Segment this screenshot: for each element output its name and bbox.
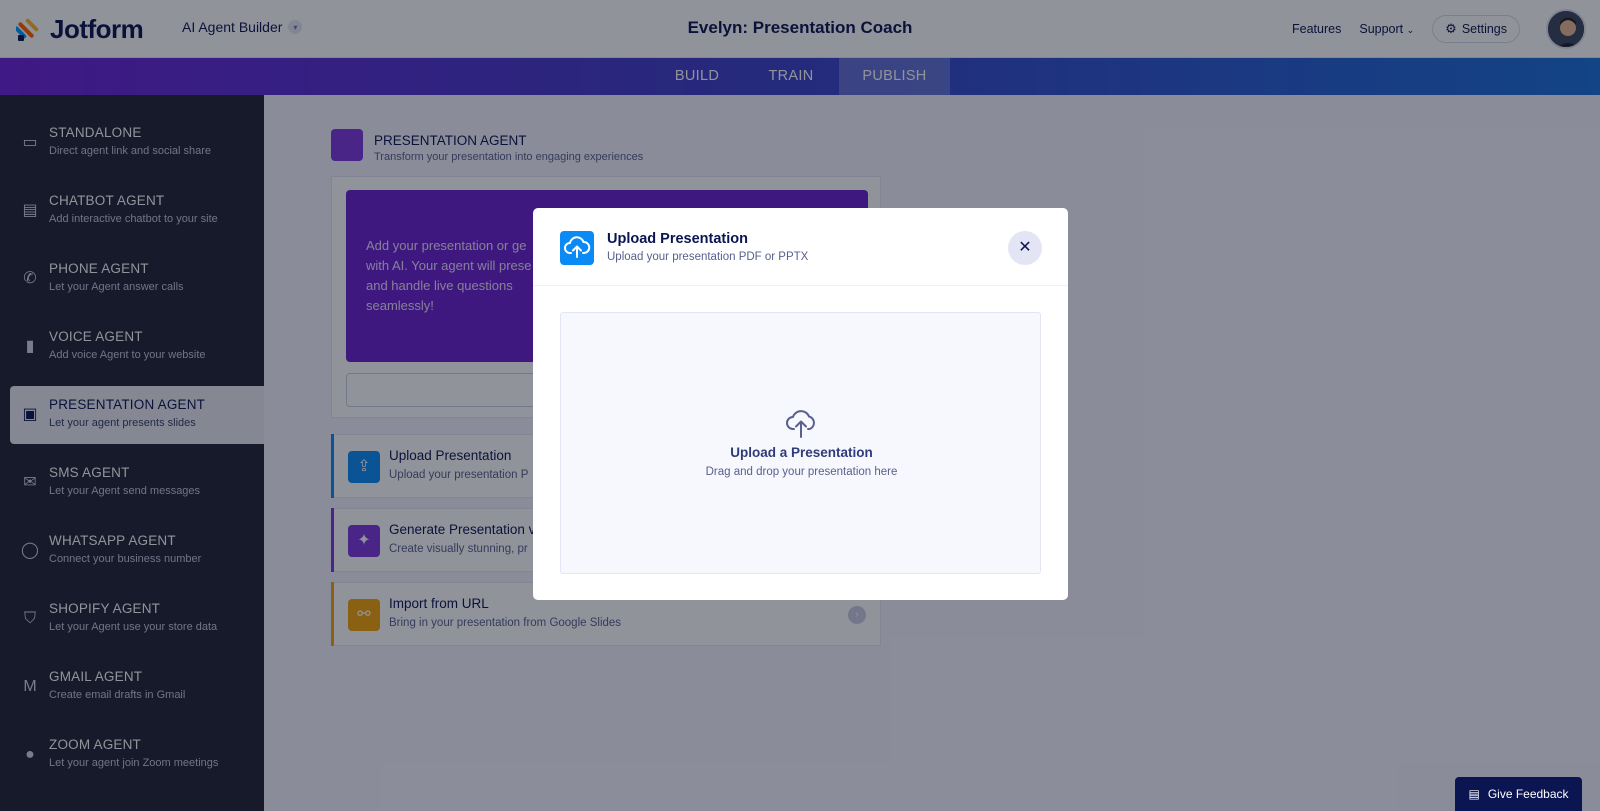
modal-divider (533, 285, 1068, 286)
modal-title: Upload Presentation (607, 231, 748, 247)
close-button[interactable]: ✕ (1008, 231, 1042, 265)
close-icon: ✕ (1018, 239, 1032, 256)
dropzone-subtitle: Drag and drop your presentation here (705, 466, 898, 478)
feedback-icon: ▤ (1468, 787, 1480, 801)
feedback-label: Give Feedback (1487, 787, 1569, 801)
cloud-upload-icon (786, 410, 815, 438)
upload-presentation-modal: Upload Presentation Upload your presenta… (533, 208, 1068, 600)
dropzone-title: Upload a Presentation (730, 445, 873, 460)
give-feedback-button[interactable]: ▤ Give Feedback (1455, 777, 1582, 811)
presentation-dropzone[interactable]: Upload a Presentation Drag and drop your… (560, 312, 1041, 574)
modal-subtitle: Upload your presentation PDF or PPTX (607, 251, 809, 263)
cloud-upload-icon (560, 231, 594, 265)
